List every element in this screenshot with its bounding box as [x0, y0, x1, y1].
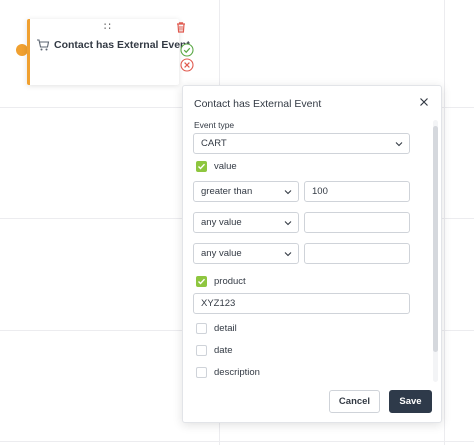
workflow-node[interactable]: ∷ Contact has External Event: [27, 19, 190, 85]
scrollbar-thumb[interactable]: [433, 126, 438, 352]
node-title: Contact has External Event: [54, 39, 190, 51]
panel-title: Contact has External Event: [194, 98, 322, 110]
checkbox-unchecked-icon[interactable]: [196, 367, 207, 378]
product-input-text: XYZ123: [201, 298, 236, 309]
operator-value: any value: [201, 217, 242, 228]
success-check-icon[interactable]: [180, 43, 194, 57]
checkbox-checked-icon[interactable]: [196, 161, 207, 172]
checkbox-unchecked-icon[interactable]: [196, 345, 207, 356]
canvas-grid-line: [444, 0, 445, 445]
value-checkbox-label: value: [214, 161, 237, 172]
operator-select-2[interactable]: any value: [193, 212, 299, 233]
chevron-down-icon: [284, 221, 292, 226]
value-operator-select[interactable]: greater than: [193, 181, 299, 202]
checkbox-unchecked-icon[interactable]: [196, 323, 207, 334]
event-type-value: CART: [201, 138, 227, 149]
cart-icon: [37, 39, 50, 51]
checkbox-checked-icon[interactable]: [196, 276, 207, 287]
cancel-button[interactable]: Cancel: [329, 390, 380, 413]
value-input-text: 100: [312, 186, 328, 197]
description-checkbox-label: description: [214, 367, 260, 378]
event-type-select[interactable]: CART: [193, 133, 410, 154]
close-icon[interactable]: [418, 96, 430, 108]
panel-scrollbar[interactable]: [433, 120, 438, 382]
operator-value: any value: [201, 248, 242, 259]
chevron-down-icon: [395, 142, 403, 147]
detail-checkbox-label: detail: [214, 323, 237, 334]
canvas-grid-line: [0, 441, 474, 442]
value-input-3[interactable]: [304, 243, 410, 264]
fail-x-icon[interactable]: [180, 58, 194, 72]
value-input[interactable]: 100: [304, 181, 410, 202]
chevron-down-icon: [284, 190, 292, 195]
value-input-2[interactable]: [304, 212, 410, 233]
trash-icon[interactable]: [174, 20, 188, 34]
product-checkbox-label: product: [214, 276, 246, 287]
save-button[interactable]: Save: [389, 390, 432, 413]
event-settings-panel: Contact has External Event Event type CA…: [182, 85, 442, 423]
chevron-down-icon: [284, 252, 292, 257]
event-type-label: Event type: [194, 120, 235, 130]
operator-value: greater than: [201, 186, 253, 197]
product-input[interactable]: XYZ123: [193, 293, 410, 314]
date-checkbox-label: date: [214, 345, 233, 356]
operator-select-3[interactable]: any value: [193, 243, 299, 264]
drag-handle-icon[interactable]: ∷: [104, 22, 111, 33]
